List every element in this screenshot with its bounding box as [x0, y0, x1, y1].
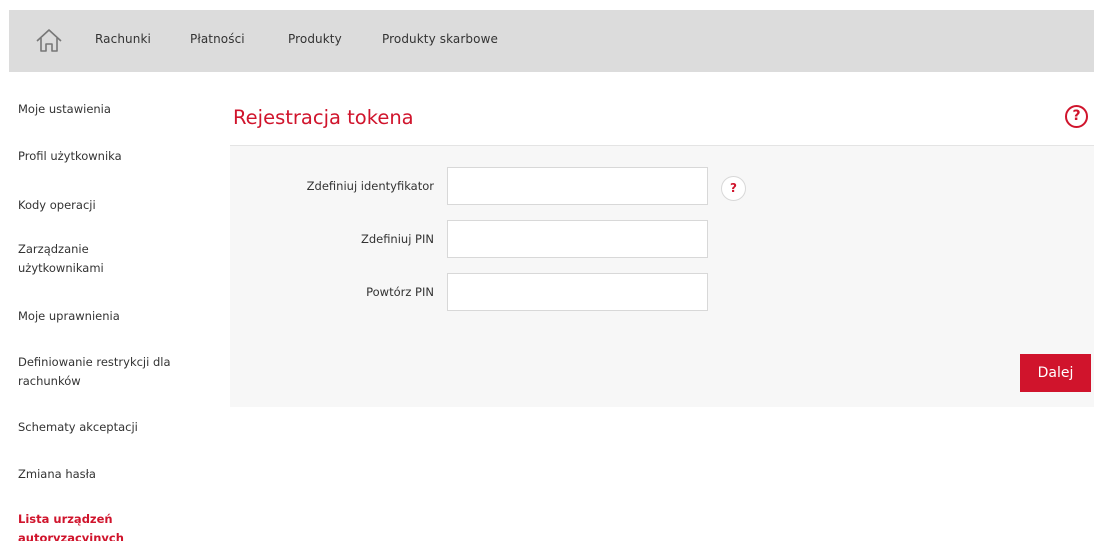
top-navigation: Rachunki Płatności Produkty Produkty ska…: [9, 10, 1094, 72]
repeat-pin-input[interactable]: [447, 273, 708, 311]
identifier-input[interactable]: [447, 167, 708, 205]
sidebar-item-moje-ustawienia[interactable]: Moje ustawienia: [18, 100, 198, 119]
sidebar-item-kody-operacji[interactable]: Kody operacji: [18, 196, 198, 215]
question-icon[interactable]: ?: [1065, 105, 1088, 128]
nav-item-rachunki[interactable]: Rachunki: [95, 32, 151, 46]
nav-item-produkty-skarbowe[interactable]: Produkty skarbowe: [382, 32, 498, 46]
identifier-help-icon[interactable]: ?: [721, 176, 746, 201]
nav-item-produkty[interactable]: Produkty: [288, 32, 342, 46]
next-button[interactable]: Dalej: [1020, 354, 1091, 392]
repeat-pin-label: Powtórz PIN: [366, 285, 434, 299]
sidebar-item-moje-uprawnienia[interactable]: Moje uprawnienia: [18, 307, 198, 326]
sidebar-item-definiowanie-restrykcji[interactable]: Definiowanie restrykcji dla rachunków: [18, 353, 193, 391]
sidebar-item-zarzadzanie-uzytkownikami[interactable]: Zarządzanie użytkownikami: [18, 240, 158, 278]
token-registration-panel: Rejestracja tokena ? Zdefiniuj identyfik…: [230, 97, 1094, 407]
identifier-label: Zdefiniuj identyfikator: [306, 179, 434, 193]
page-title: Rejestracja tokena: [233, 106, 414, 129]
pin-label: Zdefiniuj PIN: [360, 232, 434, 246]
sidebar-item-profil-uzytkownika[interactable]: Profil użytkownika: [18, 147, 198, 166]
sidebar-item-lista-urzadzen[interactable]: Lista urządzeń autoryzacyjnych: [18, 510, 148, 541]
home-icon[interactable]: [34, 27, 64, 55]
sidebar-item-schematy-akceptacji[interactable]: Schematy akceptacji: [18, 418, 198, 437]
nav-item-platnosci[interactable]: Płatności: [190, 32, 245, 46]
pin-input[interactable]: [447, 220, 708, 258]
sidebar: Moje ustawienia Profil użytkownika Kody …: [0, 72, 210, 541]
sidebar-item-zmiana-hasla[interactable]: Zmiana hasła: [18, 465, 198, 484]
panel-header: Rejestracja tokena ?: [230, 97, 1094, 146]
